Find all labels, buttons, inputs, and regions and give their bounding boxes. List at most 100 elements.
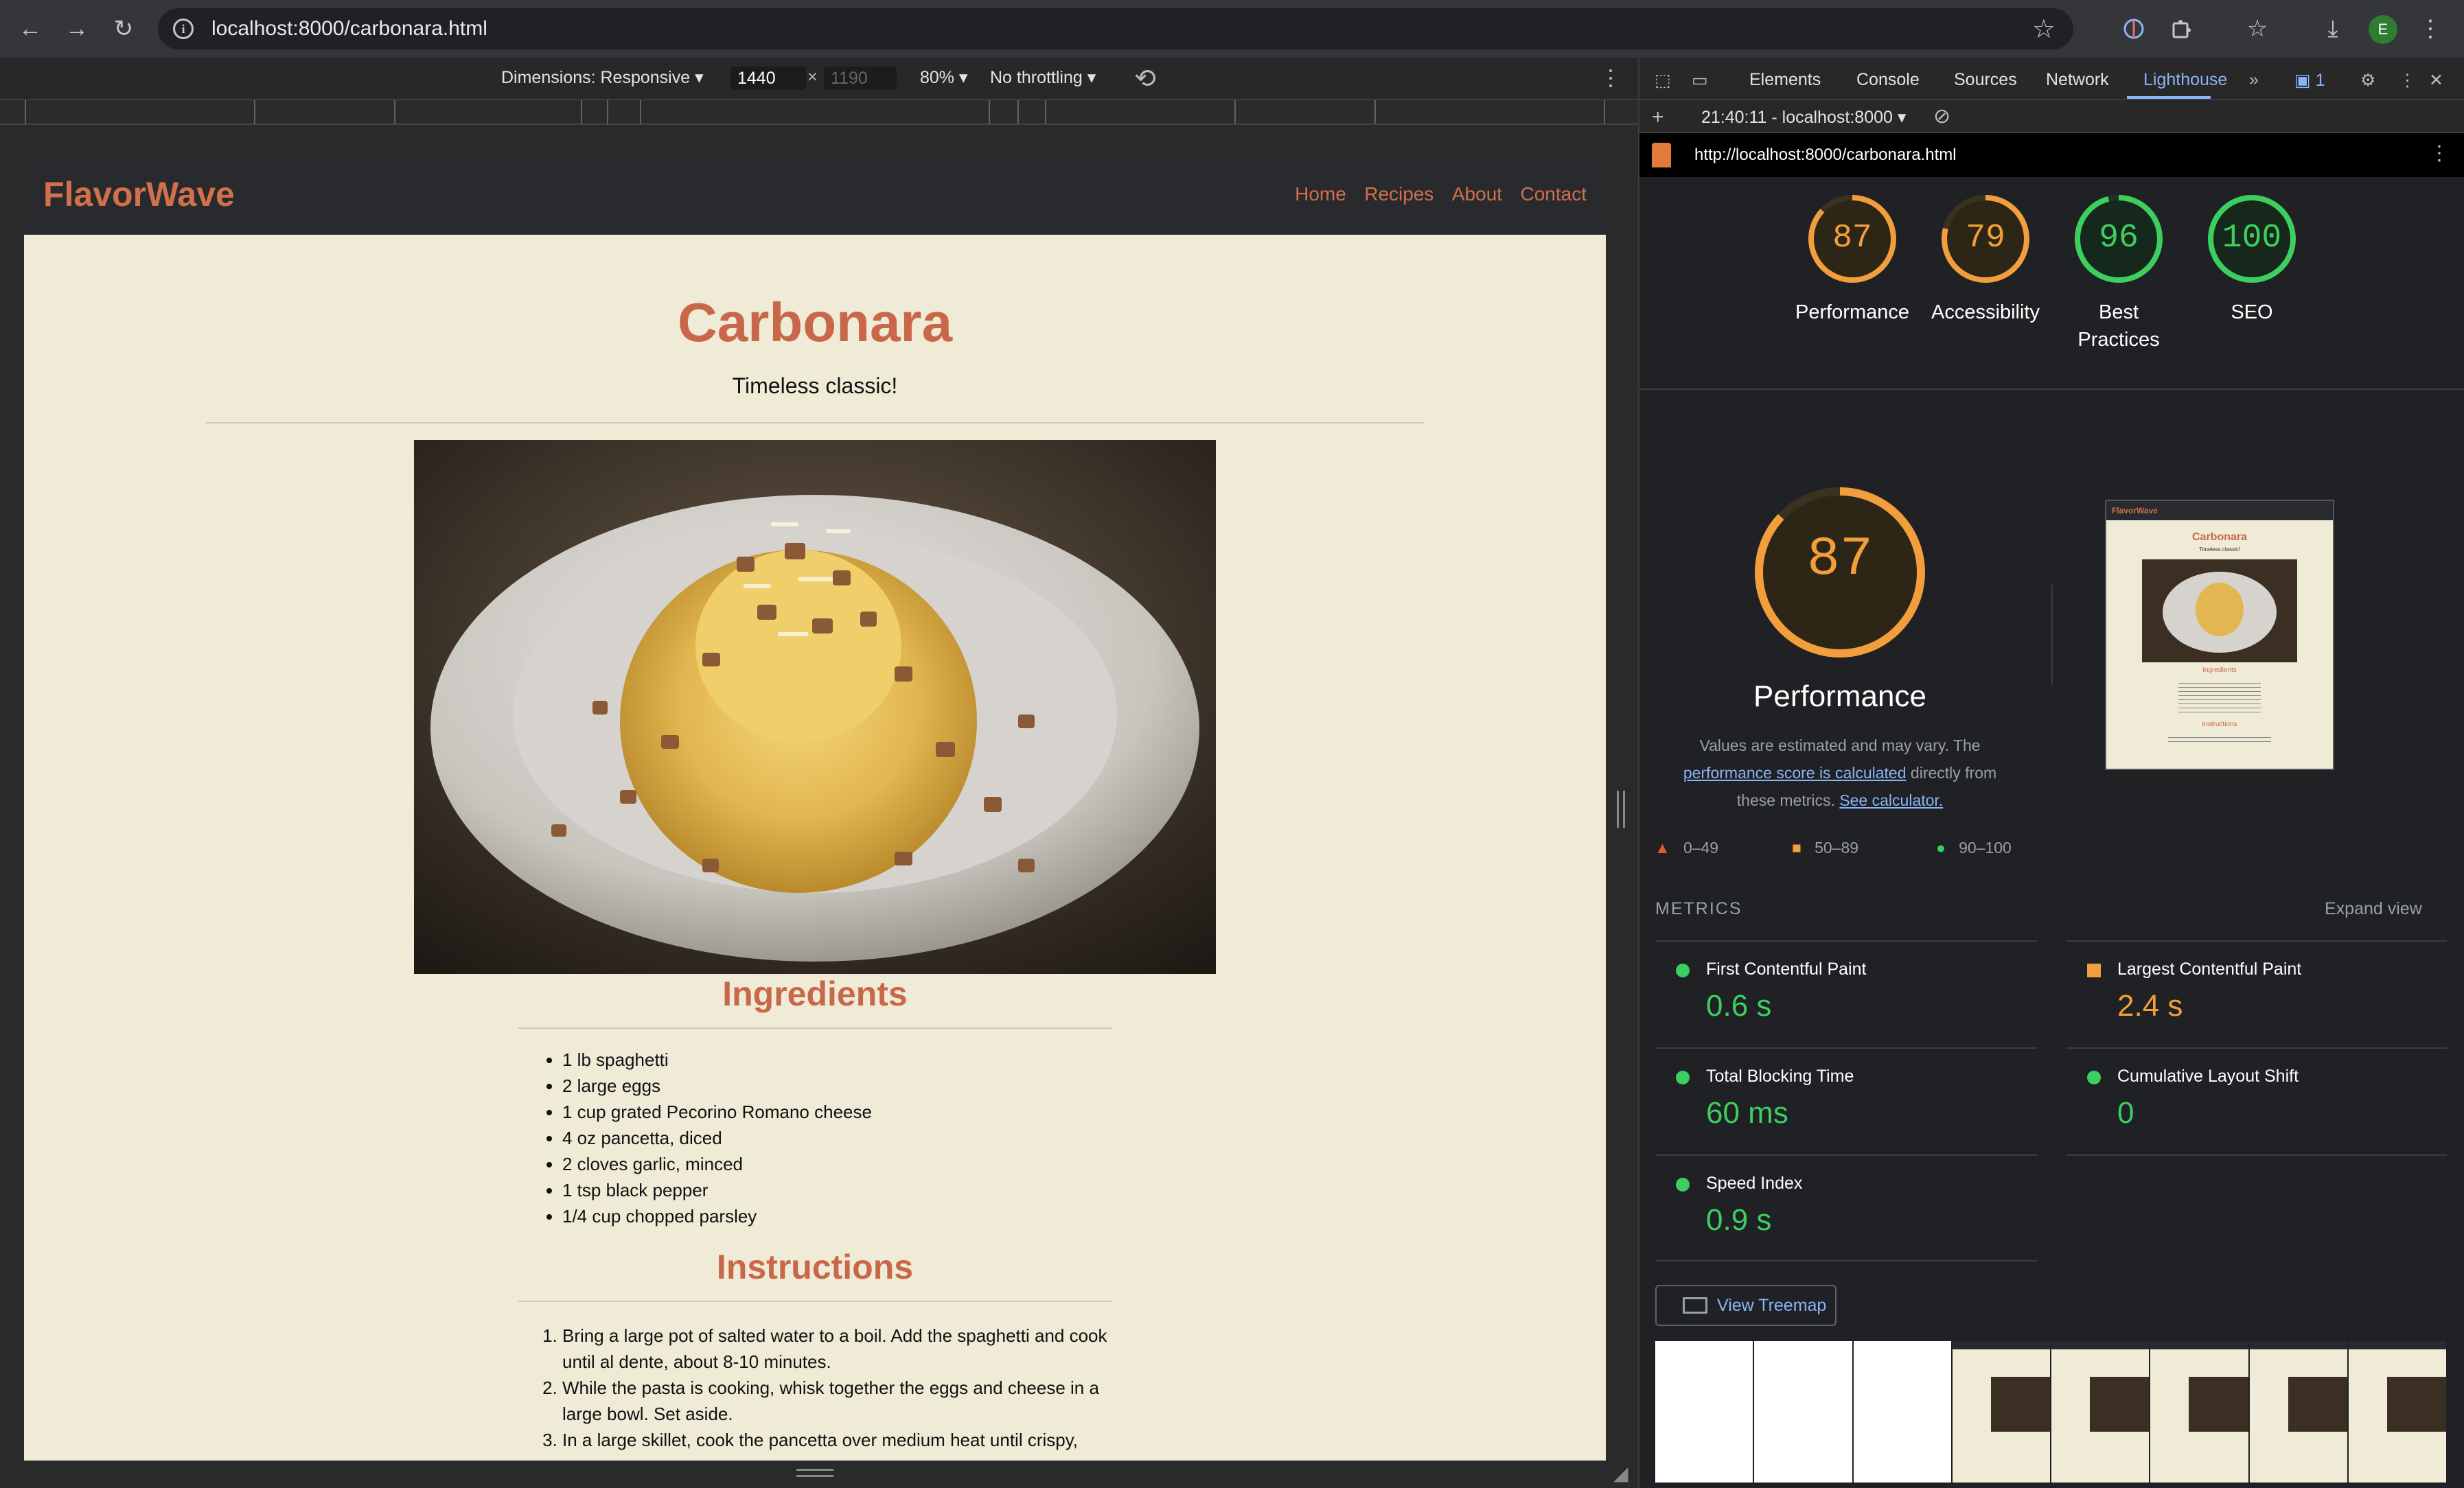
browser-menu-icon[interactable]: ⋮ <box>2414 12 2447 45</box>
divider <box>518 1027 1112 1029</box>
gauge-label: Accessibility <box>1931 301 2040 323</box>
nav-about[interactable]: About <box>1452 183 1502 205</box>
dimensions-dropdown[interactable]: Dimensions: Responsive ▾ <box>501 67 704 88</box>
bookmarks-icon[interactable]: ☆ <box>2241 12 2274 45</box>
filmstrip-frame[interactable] <box>2051 1341 2150 1483</box>
gauge-performance[interactable]: 87 Performance <box>1784 191 1921 326</box>
metric-name: Speed Index <box>1706 1174 1803 1193</box>
issues-badge[interactable]: ▣ 1 <box>2294 70 2325 91</box>
report-url-bar: http://localhost:8000/carbonara.html ⋮ <box>1639 133 2464 177</box>
device-toggle-icon[interactable]: ▭ <box>1692 70 1708 91</box>
score-calculation-link[interactable]: performance score is calculated <box>1683 764 1907 782</box>
browser-toolbar: ← → ↻ i localhost:8000/carbonara.html ☆ … <box>0 0 2464 58</box>
divider <box>2066 1047 2447 1049</box>
filmstrip-frame[interactable] <box>1754 1341 1852 1483</box>
divider <box>1655 940 2037 942</box>
viewport-width-input[interactable]: 1440 <box>730 67 806 90</box>
ingredients-heading: Ingredients <box>722 975 908 1013</box>
metric-name: Largest Contentful Paint <box>2117 960 2302 979</box>
performance-description: Values are estimated and may vary. The p… <box>1668 732 2012 814</box>
score-gauges: 87 Performance 79 Accessibility 96 Best … <box>1639 177 2464 390</box>
resize-handle-corner[interactable]: ◢ <box>1613 1462 1628 1485</box>
filmstrip-frame[interactable] <box>2249 1341 2347 1483</box>
forward-icon[interactable]: → <box>60 12 93 45</box>
throttling-dropdown[interactable]: No throttling ▾ <box>990 67 1096 88</box>
see-calculator-link[interactable]: See calculator. <box>1839 791 1943 809</box>
filmstrip <box>1655 1341 2446 1483</box>
gauge-seo[interactable]: 100 SEO <box>2183 191 2321 326</box>
rotate-icon[interactable]: ⟲ <box>1134 63 1156 94</box>
view-treemap-button[interactable]: View Treemap <box>1655 1285 1837 1326</box>
lighthouse-logo-icon <box>1652 143 1671 167</box>
viewport-frame-left <box>0 125 24 1488</box>
legend-label: 0–49 <box>1683 839 1719 857</box>
metric-name: First Contentful Paint <box>1706 960 1867 979</box>
nav-home[interactable]: Home <box>1295 183 1346 205</box>
report-selector[interactable]: 21:40:11 - localhost:8000 ▾ <box>1701 107 1906 128</box>
metric-name: Cumulative Layout Shift <box>2117 1067 2299 1086</box>
inspect-element-icon[interactable]: ⬚ <box>1655 70 1671 91</box>
more-tabs-icon[interactable]: » <box>2249 70 2259 90</box>
site-info-icon[interactable]: i <box>173 19 194 39</box>
gauge-best-practices[interactable]: 96 Best Practices <box>2050 191 2187 353</box>
report-url[interactable]: http://localhost:8000/carbonara.html <box>1694 146 1957 165</box>
address-url[interactable]: localhost:8000/carbonara.html <box>211 17 487 40</box>
tab-network[interactable]: Network <box>2046 70 2109 90</box>
legend-average: ■ 50–89 <box>1792 839 1858 857</box>
status-dot-good <box>1676 1071 1690 1084</box>
metric-value: 0.6 s <box>1706 989 1772 1023</box>
device-more-icon[interactable]: ⋮ <box>1600 65 1622 91</box>
download-icon[interactable]: ⤓ <box>2316 12 2349 45</box>
settings-gear-icon[interactable]: ⚙ <box>2360 70 2375 91</box>
viewport-height-input[interactable]: 1190 <box>824 67 897 90</box>
thumb-title: Carbonara <box>2191 531 2248 543</box>
report-menu-icon[interactable]: ⋮ <box>2429 141 2450 165</box>
nav-contact[interactable]: Contact <box>1521 183 1587 205</box>
profile-avatar[interactable]: E <box>2369 15 2397 44</box>
nav-recipes[interactable]: Recipes <box>1364 183 1434 205</box>
final-screenshot-thumbnail[interactable]: FlavorWave Carbonara Timeless classic! I… <box>2105 500 2334 770</box>
legend-label: 50–89 <box>1815 839 1859 857</box>
expand-view-toggle[interactable]: Expand view <box>2325 899 2422 919</box>
zoom-dropdown[interactable]: 80% ▾ <box>920 67 968 88</box>
triangle-icon: ▲ <box>1655 839 1670 857</box>
filmstrip-frame[interactable] <box>2348 1341 2446 1483</box>
divider <box>2066 1154 2447 1156</box>
media-query-ruler[interactable] <box>0 100 1638 125</box>
resize-handle-bottom[interactable] <box>796 1469 833 1477</box>
status-dot-good <box>2087 1071 2101 1084</box>
filmstrip-frame[interactable] <box>1952 1341 2050 1483</box>
bookmark-star-icon[interactable]: ☆ <box>2032 14 2056 45</box>
resize-handle-right[interactable] <box>1617 791 1625 828</box>
filmstrip-frame[interactable] <box>1655 1341 1753 1483</box>
tab-elements[interactable]: Elements <box>1749 70 1821 90</box>
reload-icon[interactable]: ↻ <box>107 12 140 45</box>
metric-value: 2.4 s <box>2117 989 2183 1023</box>
legend-label: 90–100 <box>1959 839 2012 857</box>
legend-fail: ▲ 0–49 <box>1655 839 1718 857</box>
filmstrip-frame[interactable] <box>1853 1341 1951 1483</box>
extensions-puzzle-icon[interactable] <box>2165 12 2198 45</box>
clear-icon[interactable]: ⊘ <box>1933 104 1950 128</box>
tab-sources[interactable]: Sources <box>1954 70 2017 90</box>
close-devtools-icon[interactable]: ✕ <box>2429 70 2443 91</box>
tab-lighthouse[interactable]: Lighthouse <box>2143 70 2227 90</box>
view-treemap-label: View Treemap <box>1717 1295 1827 1315</box>
address-bar[interactable]: i localhost:8000/carbonara.html ☆ <box>158 8 2073 49</box>
divider <box>1655 1154 2037 1156</box>
back-icon[interactable]: ← <box>14 12 47 45</box>
new-report-icon[interactable]: + <box>1652 106 1664 129</box>
metric-speed-index: Speed Index 0.9 s <box>1655 1174 1802 1237</box>
devtools-menu-icon[interactable]: ⋮ <box>2399 70 2416 91</box>
extension-brain-icon[interactable] <box>2117 12 2150 45</box>
divider <box>2051 585 2053 685</box>
tab-console[interactable]: Console <box>1856 70 1920 90</box>
list-item: 1 tsp black pepper <box>562 1177 1112 1203</box>
metric-lcp: Largest Contentful Paint 2.4 s <box>2066 960 2301 1023</box>
divider <box>205 422 1425 423</box>
site-logo[interactable]: FlavorWave <box>43 174 235 214</box>
gauge-accessibility[interactable]: 79 Accessibility <box>1917 191 2054 326</box>
filmstrip-frame[interactable] <box>2150 1341 2248 1483</box>
desc-text: Values are estimated and may vary. The <box>1699 736 1981 754</box>
metric-value: 0 <box>2117 1096 2134 1130</box>
